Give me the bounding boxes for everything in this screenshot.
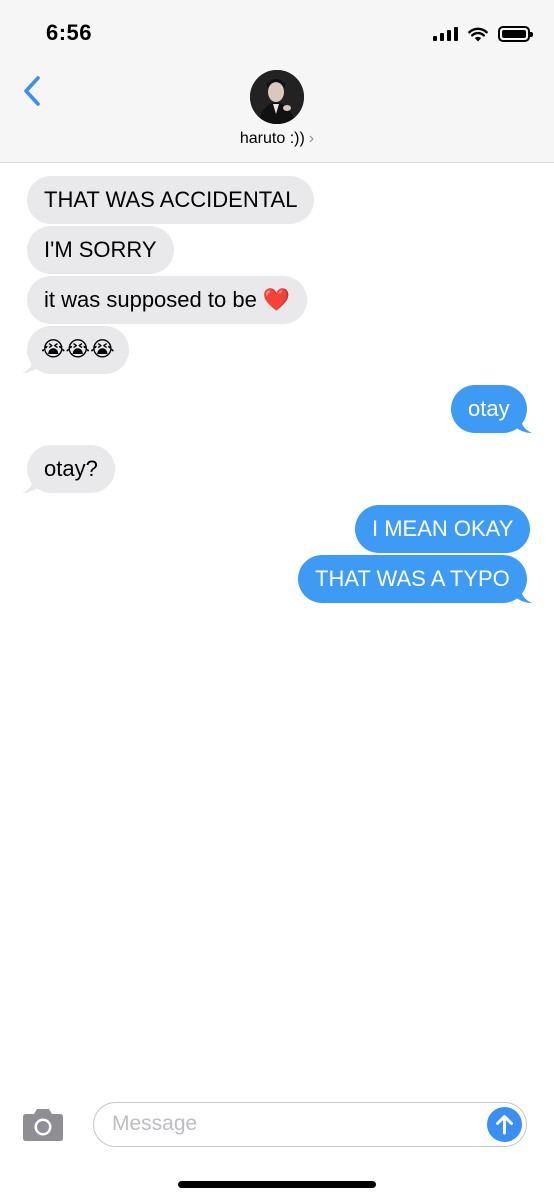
- incoming-message[interactable]: THAT WAS ACCIDENTAL: [27, 176, 315, 224]
- bubble-tail: [22, 474, 40, 493]
- status-icons: [433, 24, 533, 44]
- send-button[interactable]: [487, 1107, 522, 1142]
- contact-name-row[interactable]: haruto :)) ›: [0, 130, 554, 148]
- incoming-message[interactable]: otay?: [27, 445, 115, 493]
- message-input-container[interactable]: [93, 1102, 527, 1147]
- bubble-tail: [22, 354, 40, 373]
- status-time: 6:56: [46, 20, 93, 45]
- avatar-photo: [250, 70, 304, 124]
- bubble-tail: [514, 414, 532, 433]
- battery-icon: [498, 26, 533, 42]
- cellular-signal-icon: [433, 27, 458, 41]
- chevron-right-icon: ›: [308, 130, 315, 147]
- arrow-up-icon: [496, 1115, 513, 1135]
- back-chevron-icon[interactable]: [18, 72, 48, 112]
- incoming-message[interactable]: 😭😭😭: [27, 326, 129, 374]
- incoming-message[interactable]: it was supposed to be ❤️: [27, 276, 308, 324]
- message-input[interactable]: [112, 1103, 482, 1145]
- wifi-icon: [468, 27, 488, 41]
- conversation-header: 6:56 haruto :)) ›: [0, 0, 554, 163]
- bubble-tail: [514, 584, 532, 603]
- contact-name: haruto :)): [239, 130, 305, 147]
- home-indicator[interactable]: [178, 1181, 376, 1188]
- outgoing-message[interactable]: I MEAN OKAY: [355, 505, 531, 553]
- incoming-message[interactable]: I'M SORRY: [27, 226, 174, 274]
- outgoing-message[interactable]: THAT WAS A TYPO: [298, 555, 527, 603]
- camera-icon[interactable]: [22, 1106, 64, 1142]
- contact-avatar[interactable]: [250, 70, 304, 124]
